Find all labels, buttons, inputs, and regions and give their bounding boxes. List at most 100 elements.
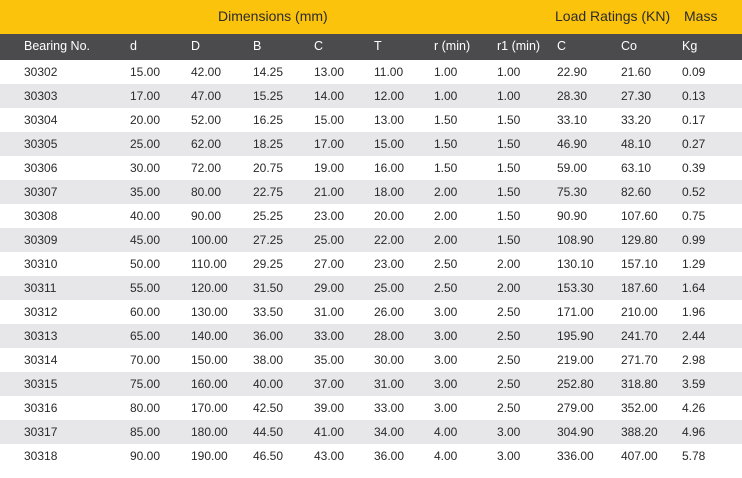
- cell-r1-min: 2.00: [497, 257, 521, 271]
- cell-c-load: 195.90: [557, 329, 594, 343]
- cell-c-width: 17.00: [314, 137, 345, 151]
- cell-bearing-no: 30318: [24, 449, 58, 463]
- cell-t: 34.00: [374, 425, 405, 439]
- cell-d: 25.00: [130, 137, 161, 151]
- cell-b: 44.50: [253, 425, 284, 439]
- cell-outer-d: 47.00: [191, 89, 222, 103]
- cell-d: 75.00: [130, 377, 161, 391]
- cell-bearing-no: 30314: [24, 353, 58, 367]
- cell-b: 25.25: [253, 209, 284, 223]
- cell-c-width: 14.00: [314, 89, 345, 103]
- cell-outer-d: 42.00: [191, 65, 222, 79]
- cell-c-width: 25.00: [314, 233, 345, 247]
- table-row: 30309 45.00 100.00 27.25 25.00 22.00 2.00 1.50 1…: [0, 228, 742, 252]
- cell-outer-d: 62.00: [191, 137, 222, 151]
- cell-outer-d: 160.00: [191, 377, 228, 391]
- cell-co: 21.60: [621, 65, 652, 79]
- mass-group-header: Mass: [684, 8, 718, 24]
- cell-co: 352.00: [621, 401, 658, 415]
- cell-bearing-no: 30316: [24, 401, 58, 415]
- cell-kg: 0.17: [682, 113, 706, 127]
- cell-r-min: 1.50: [434, 161, 458, 175]
- cell-co: 129.80: [621, 233, 658, 247]
- cell-outer-d: 120.00: [191, 281, 228, 295]
- cell-co: 407.00: [621, 449, 658, 463]
- cell-c-load: 33.10: [557, 113, 588, 127]
- cell-d: 30.00: [130, 161, 161, 175]
- cell-d: 50.00: [130, 257, 161, 271]
- cell-co: 63.10: [621, 161, 652, 175]
- load-ratings-group-header: Load Ratings (KN): [555, 8, 671, 24]
- cell-bearing-no: 30307: [24, 185, 58, 199]
- cell-c-load: 252.80: [557, 377, 594, 391]
- cell-d: 45.00: [130, 233, 161, 247]
- cell-outer-d: 52.00: [191, 113, 222, 127]
- cell-r-min: 4.00: [434, 425, 458, 439]
- cell-r-min: 3.00: [434, 305, 458, 319]
- cell-bearing-no: 30313: [24, 329, 58, 343]
- cell-kg: 5.78: [682, 449, 706, 463]
- cell-r1-min: 2.50: [497, 401, 521, 415]
- cell-b: 42.50: [253, 401, 284, 415]
- cell-c-width: 23.00: [314, 209, 345, 223]
- table-row: 30314 70.00 150.00 38.00 35.00 30.00 3.00 2.50 2…: [0, 348, 742, 372]
- cell-outer-d: 72.00: [191, 161, 222, 175]
- cell-t: 36.00: [374, 449, 405, 463]
- cell-r1-min: 2.50: [497, 305, 521, 319]
- cell-b: 27.25: [253, 233, 284, 247]
- cell-bearing-no: 30317: [24, 425, 58, 439]
- cell-r-min: 2.50: [434, 257, 458, 271]
- cell-co: 318.80: [621, 377, 658, 391]
- cell-r1-min: 3.00: [497, 425, 521, 439]
- cell-b: 40.00: [253, 377, 284, 391]
- cell-c-width: 43.00: [314, 449, 345, 463]
- cell-r-min: 3.00: [434, 329, 458, 343]
- column-header-outer-d: D: [191, 39, 201, 53]
- cell-d: 85.00: [130, 425, 161, 439]
- cell-r-min: 4.00: [434, 449, 458, 463]
- cell-outer-d: 80.00: [191, 185, 222, 199]
- cell-c-width: 31.00: [314, 305, 345, 319]
- cell-c-load: 279.00: [557, 401, 594, 415]
- table-row: 30312 60.00 130.00 33.50 31.00 26.00 3.00 2.50 1…: [0, 300, 742, 324]
- cell-r1-min: 1.50: [497, 209, 521, 223]
- cell-d: 70.00: [130, 353, 161, 367]
- cell-outer-d: 170.00: [191, 401, 228, 415]
- cell-t: 22.00: [374, 233, 405, 247]
- column-header-row: Bearing No. d D B C T r (min) r1 (min) C…: [0, 34, 742, 60]
- cell-kg: 0.09: [682, 65, 706, 79]
- cell-outer-d: 150.00: [191, 353, 228, 367]
- cell-outer-d: 140.00: [191, 329, 228, 343]
- cell-c-width: 13.00: [314, 65, 345, 79]
- cell-bearing-no: 30309: [24, 233, 58, 247]
- cell-bearing-no: 30312: [24, 305, 58, 319]
- cell-kg: 0.75: [682, 209, 706, 223]
- cell-d: 55.00: [130, 281, 161, 295]
- cell-r-min: 2.00: [434, 209, 458, 223]
- cell-outer-d: 180.00: [191, 425, 228, 439]
- table-row: 30307 35.00 80.00 22.75 21.00 18.00 2.00 1.50 75…: [0, 180, 742, 204]
- table-row: 30316 80.00 170.00 42.50 39.00 33.00 3.00 2.50 2…: [0, 396, 742, 420]
- column-header-r1-min: r1 (min): [497, 39, 541, 53]
- cell-d: 15.00: [130, 65, 161, 79]
- table-row: 30303 17.00 47.00 15.25 14.00 12.00 1.00 1.00 28…: [0, 84, 742, 108]
- column-header-r-min: r (min): [434, 39, 471, 53]
- cell-c-width: 35.00: [314, 353, 345, 367]
- cell-r-min: 1.50: [434, 137, 458, 151]
- cell-bearing-no: 30311: [24, 281, 57, 295]
- cell-b: 22.75: [253, 185, 284, 199]
- cell-c-width: 27.00: [314, 257, 345, 271]
- cell-t: 25.00: [374, 281, 405, 295]
- cell-t: 12.00: [374, 89, 405, 103]
- cell-c-width: 39.00: [314, 401, 345, 415]
- cell-b: 38.00: [253, 353, 284, 367]
- cell-t: 30.00: [374, 353, 405, 367]
- cell-d: 60.00: [130, 305, 161, 319]
- cell-r-min: 2.00: [434, 233, 458, 247]
- cell-b: 36.00: [253, 329, 284, 343]
- cell-c-width: 37.00: [314, 377, 345, 391]
- cell-kg: 4.96: [682, 425, 706, 439]
- column-header-co: Co: [621, 39, 637, 53]
- cell-r1-min: 3.00: [497, 449, 521, 463]
- cell-outer-d: 90.00: [191, 209, 222, 223]
